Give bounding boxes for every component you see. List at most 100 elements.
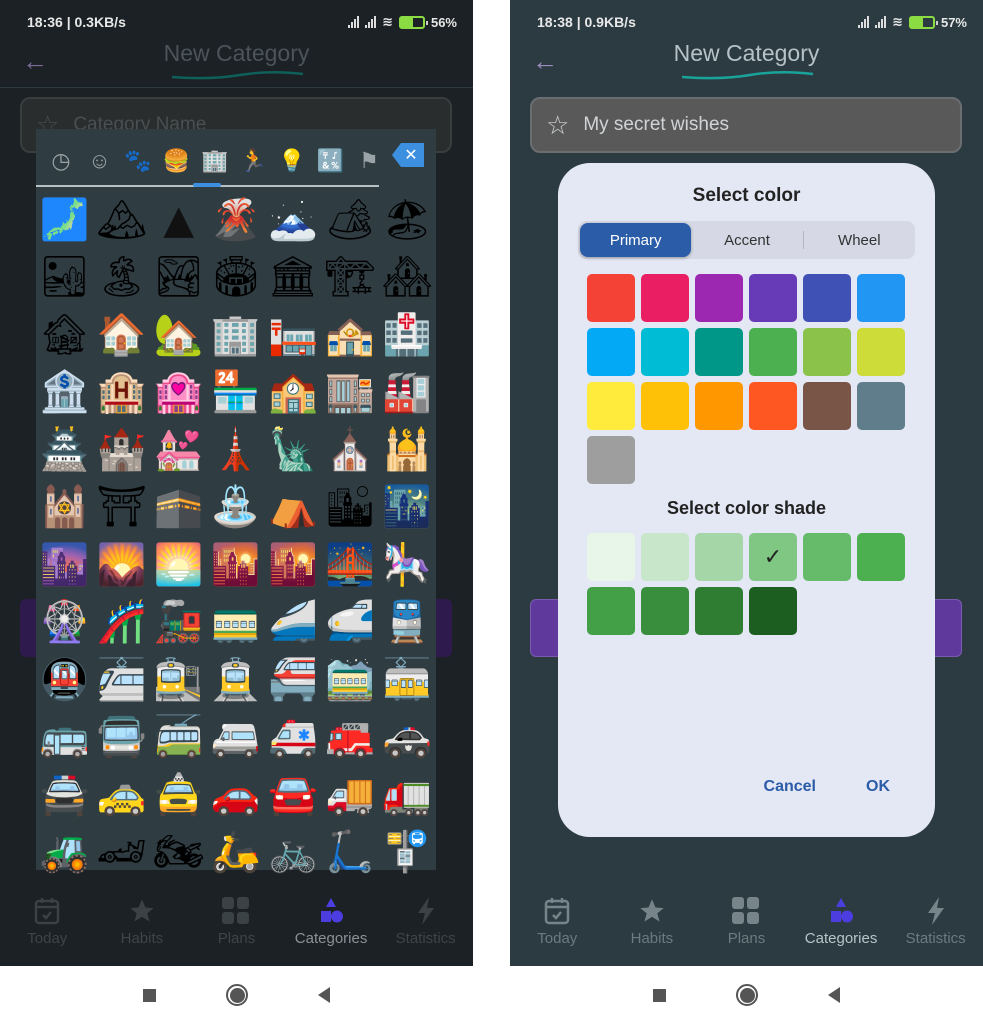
emoji-item[interactable]: 🏬 — [321, 364, 378, 422]
emoji-item[interactable]: 🏥 — [379, 306, 436, 364]
emoji-item[interactable]: 🏎 — [93, 824, 150, 882]
nav-item-plans[interactable]: Plans — [189, 896, 284, 966]
emoji-item[interactable]: 🏔 — [93, 191, 150, 249]
shade-swatch[interactable] — [587, 587, 635, 635]
emoji-item[interactable]: 🗻 — [264, 191, 321, 249]
emoji-item[interactable]: 🚅 — [321, 594, 378, 652]
emoji-item[interactable]: 🏣 — [264, 306, 321, 364]
nav-item-plans[interactable]: Plans — [699, 896, 794, 966]
burger-icon[interactable]: 🍔 — [158, 143, 196, 179]
tab-wheel[interactable]: Wheel — [804, 223, 915, 257]
color-swatch[interactable] — [587, 436, 635, 484]
emoji-item[interactable]: 🌃 — [379, 479, 436, 537]
emoji-item[interactable]: 🌄 — [93, 536, 150, 594]
emoji-item[interactable]: 🚄 — [264, 594, 321, 652]
emoji-item[interactable]: 🏍 — [150, 824, 207, 882]
emoji-item[interactable]: 🏗 — [321, 249, 378, 307]
color-swatch[interactable] — [749, 328, 797, 376]
emoji-item[interactable]: 🏦 — [36, 364, 93, 422]
emoji-item[interactable]: 🏟 — [207, 249, 264, 307]
color-swatch[interactable] — [803, 328, 851, 376]
emoji-item[interactable]: ⛩ — [93, 479, 150, 537]
emoji-item[interactable]: 🚑 — [264, 709, 321, 767]
color-swatch[interactable] — [857, 382, 905, 430]
emoji-item[interactable]: 🌇 — [207, 536, 264, 594]
emoji-item[interactable]: 🚊 — [207, 651, 264, 709]
emoji-item[interactable]: 🌇 — [264, 536, 321, 594]
color-swatch[interactable] — [857, 274, 905, 322]
emoji-item[interactable]: 🚲 — [264, 824, 321, 882]
nav-item-categories[interactable]: Categories — [284, 896, 379, 966]
emoji-item[interactable]: 🚓 — [379, 709, 436, 767]
emoji-item[interactable]: 🚃 — [207, 594, 264, 652]
emoji-item[interactable]: 🌉 — [321, 536, 378, 594]
home-icon[interactable] — [736, 984, 758, 1006]
running-icon[interactable]: 🏃 — [235, 143, 273, 179]
emoji-item[interactable]: 🚆 — [379, 594, 436, 652]
emoji-item[interactable]: 🚉 — [150, 651, 207, 709]
nav-item-statistics[interactable]: Statistics — [888, 896, 983, 966]
nav-item-categories[interactable]: Categories — [794, 896, 889, 966]
emoji-item[interactable]: 🚏 — [379, 824, 436, 882]
color-swatch[interactable] — [803, 274, 851, 322]
emoji-item[interactable]: 🚈 — [93, 651, 150, 709]
emoji-item[interactable]: 🚌 — [36, 709, 93, 767]
emoji-item[interactable]: 🎠 — [379, 536, 436, 594]
color-swatch[interactable] — [587, 328, 635, 376]
emoji-item[interactable]: 🏪 — [207, 364, 264, 422]
emoji-item[interactable]: 🎡 — [36, 594, 93, 652]
emoji-item[interactable]: 🚕 — [93, 766, 150, 824]
emoji-item[interactable]: 🏚 — [36, 306, 93, 364]
tab-accent[interactable]: Accent — [691, 223, 802, 257]
system-back-icon[interactable] — [318, 987, 330, 1003]
shade-swatch[interactable] — [749, 587, 797, 635]
cancel-button[interactable]: Cancel — [764, 778, 816, 796]
nav-item-habits[interactable]: Habits — [605, 896, 700, 966]
shade-swatch[interactable] — [587, 533, 635, 581]
smiley-icon[interactable]: ☺ — [81, 143, 119, 179]
buildings-icon[interactable]: 🏢 — [196, 143, 234, 179]
emoji-item[interactable]: 🏨 — [93, 364, 150, 422]
emoji-item[interactable]: 🗾 — [36, 191, 93, 249]
recents-icon[interactable] — [143, 988, 156, 1002]
emoji-item[interactable]: 🎢 — [93, 594, 150, 652]
symbols-icon[interactable]: 🔣 — [312, 143, 350, 179]
shade-swatch[interactable] — [695, 587, 743, 635]
category-name-input[interactable]: ☆ My secret wishes — [530, 97, 962, 153]
emoji-item[interactable]: 🏘 — [379, 249, 436, 307]
color-swatch[interactable] — [587, 382, 635, 430]
emoji-item[interactable]: 🕌 — [379, 421, 436, 479]
emoji-item[interactable]: 🏠 — [93, 306, 150, 364]
emoji-item[interactable]: 🚛 — [379, 766, 436, 824]
shade-swatch[interactable] — [641, 533, 689, 581]
emoji-item[interactable]: 🏫 — [264, 364, 321, 422]
emoji-item[interactable]: 🚝 — [264, 651, 321, 709]
home-icon[interactable] — [226, 984, 248, 1006]
emoji-item[interactable]: 🚂 — [150, 594, 207, 652]
recents-icon[interactable] — [653, 988, 666, 1002]
shade-swatch[interactable]: ✓ — [749, 533, 797, 581]
emoji-item[interactable]: 🚗 — [207, 766, 264, 824]
emoji-item[interactable]: 🗽 — [264, 421, 321, 479]
nav-item-today[interactable]: Today — [0, 896, 95, 966]
paw-icon[interactable]: 🐾 — [119, 143, 157, 179]
emoji-item[interactable]: 🌋 — [207, 191, 264, 249]
system-back-icon[interactable] — [828, 987, 840, 1003]
emoji-item[interactable]: 🏞 — [150, 249, 207, 307]
clock-icon[interactable]: ◷ — [42, 143, 80, 179]
color-swatch[interactable] — [641, 382, 689, 430]
emoji-item[interactable]: 🚘 — [264, 766, 321, 824]
color-swatch[interactable] — [857, 328, 905, 376]
emoji-item[interactable]: 🚒 — [321, 709, 378, 767]
emoji-item[interactable]: 💒 — [150, 421, 207, 479]
color-swatch[interactable] — [587, 274, 635, 322]
emoji-item[interactable]: 🚜 — [36, 824, 93, 882]
nav-item-habits[interactable]: Habits — [95, 896, 190, 966]
color-swatch[interactable] — [803, 382, 851, 430]
emoji-item[interactable]: 🌆 — [36, 536, 93, 594]
emoji-item[interactable]: 🏭 — [379, 364, 436, 422]
nav-item-today[interactable]: Today — [510, 896, 605, 966]
color-swatch[interactable] — [695, 382, 743, 430]
emoji-item[interactable]: 🚐 — [207, 709, 264, 767]
emoji-item[interactable]: 🏡 — [150, 306, 207, 364]
